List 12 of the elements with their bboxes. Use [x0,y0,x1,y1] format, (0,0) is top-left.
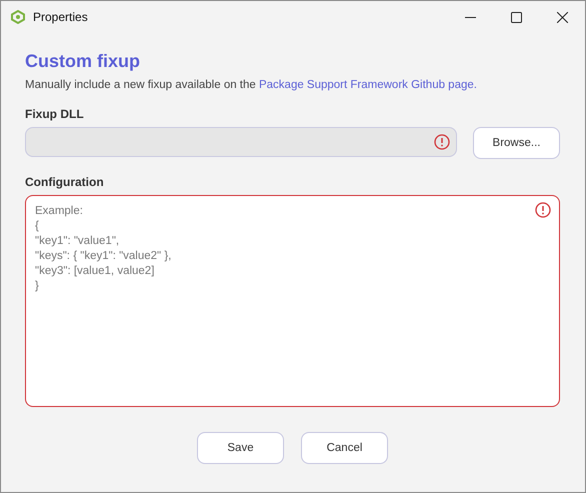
close-icon [556,12,568,22]
page-heading: Custom fixup [25,51,141,72]
save-button[interactable]: Save [197,432,284,464]
configuration-field[interactable]: Example: { "key1": "value1", "keys": { "key1": "value2" }, "key3": [value1, value2] } [25,195,560,407]
field-label: Fixup DLL [25,107,85,121]
maximize-icon [510,12,522,22]
cancel-button[interactable]: Cancel [301,432,388,464]
description-text: Manually include a new fixup available on the Package Support Framework Github page. [25,79,478,91]
field-label: Configuration [25,175,105,189]
app-logo-icon [11,10,25,24]
window-title: Properties [33,10,88,24]
framework-link[interactable]: Package Support Framework Github page. [258,79,477,91]
